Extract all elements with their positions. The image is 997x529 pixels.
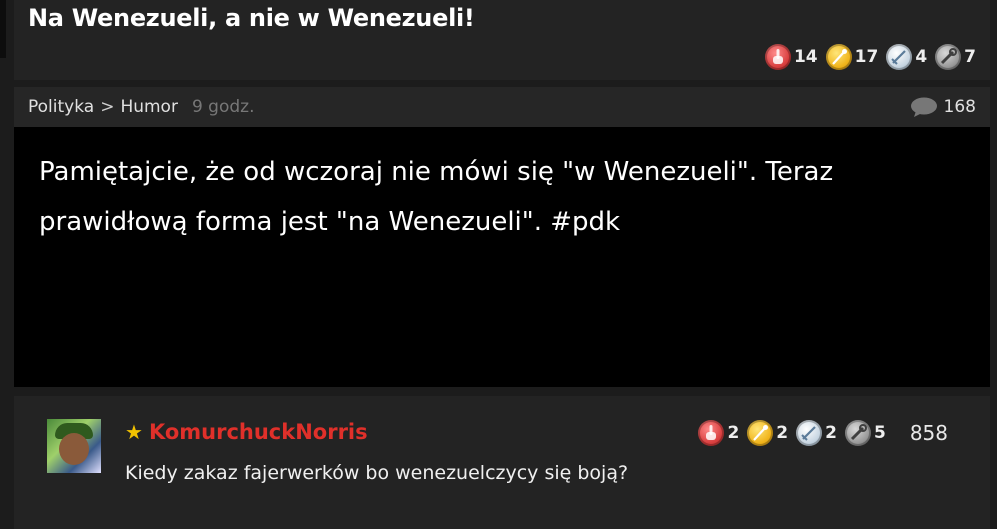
left-edge-strip xyxy=(0,0,6,58)
post-text: Pamiętajcie, że od wczoraj nie mówi się … xyxy=(39,157,834,237)
post-header: Na Wenezueli, a nie w Wenezueli! 14 17 4… xyxy=(14,0,990,80)
comment-badges: 2 2 2 5 858 xyxy=(698,420,948,446)
silver-sword-coin-icon xyxy=(796,420,823,446)
post-title[interactable]: Na Wenezueli, a nie w Wenezueli! xyxy=(28,4,475,32)
comment-badge-gold-count: 2 xyxy=(776,423,789,443)
post-badges: 14 17 4 7 xyxy=(764,44,976,70)
speech-bubble-icon xyxy=(910,97,937,117)
gold-wand-coin-icon xyxy=(747,420,774,446)
comment-text: Kiedy zakaz fajerwerków bo wenezuelczycy… xyxy=(125,462,629,484)
breadcrumb-separator: > xyxy=(100,97,115,117)
gray-wrench-coin-icon xyxy=(935,44,962,70)
star-icon: ★ xyxy=(125,420,143,444)
badge-silver-count: 4 xyxy=(915,47,928,67)
red-middle-finger-coin-icon xyxy=(698,420,725,446)
comment-count: 168 xyxy=(943,97,976,117)
badge-red[interactable]: 14 xyxy=(764,44,818,70)
comment-badge-gray-count: 5 xyxy=(873,423,886,443)
comment: ★ KomurchuckNorris Kiedy zakaz fajerwerk… xyxy=(14,396,990,529)
comment-badge-silver[interactable]: 2 xyxy=(796,420,837,446)
breadcrumb-subcategory[interactable]: Humor xyxy=(120,97,178,117)
breadcrumb: Polityka > Humor 9 godz. xyxy=(28,97,254,117)
comment-badge-red[interactable]: 2 xyxy=(698,420,739,446)
avatar-face xyxy=(59,433,89,465)
badge-gold[interactable]: 17 xyxy=(825,44,879,70)
comment-author: ★ KomurchuckNorris xyxy=(125,420,368,444)
badge-silver[interactable]: 4 xyxy=(886,44,927,70)
comment-badge-gold[interactable]: 2 xyxy=(747,420,788,446)
gold-wand-coin-icon xyxy=(825,44,852,70)
gray-wrench-coin-icon xyxy=(844,420,871,446)
post-meta-bar: Polityka > Humor 9 godz. 168 xyxy=(14,87,990,127)
breadcrumb-category[interactable]: Polityka xyxy=(28,97,94,117)
post-time: 9 godz. xyxy=(191,97,255,117)
comments-link[interactable]: 168 xyxy=(910,96,976,118)
badge-gray-count: 7 xyxy=(964,47,976,67)
comment-username[interactable]: KomurchuckNorris xyxy=(149,420,368,444)
red-middle-finger-coin-icon xyxy=(764,44,791,70)
silver-sword-coin-icon xyxy=(886,44,913,70)
comment-badge-silver-count: 2 xyxy=(825,423,837,443)
post-body: Pamiętajcie, że od wczoraj nie mówi się … xyxy=(14,127,990,387)
comment-badge-red-count: 2 xyxy=(727,423,740,443)
comment-score: 858 xyxy=(909,421,948,445)
badge-gold-count: 17 xyxy=(854,47,879,67)
avatar[interactable] xyxy=(47,419,101,473)
badge-red-count: 14 xyxy=(793,47,818,67)
badge-gray[interactable]: 7 xyxy=(935,44,976,70)
comment-badge-gray[interactable]: 5 xyxy=(844,420,886,446)
